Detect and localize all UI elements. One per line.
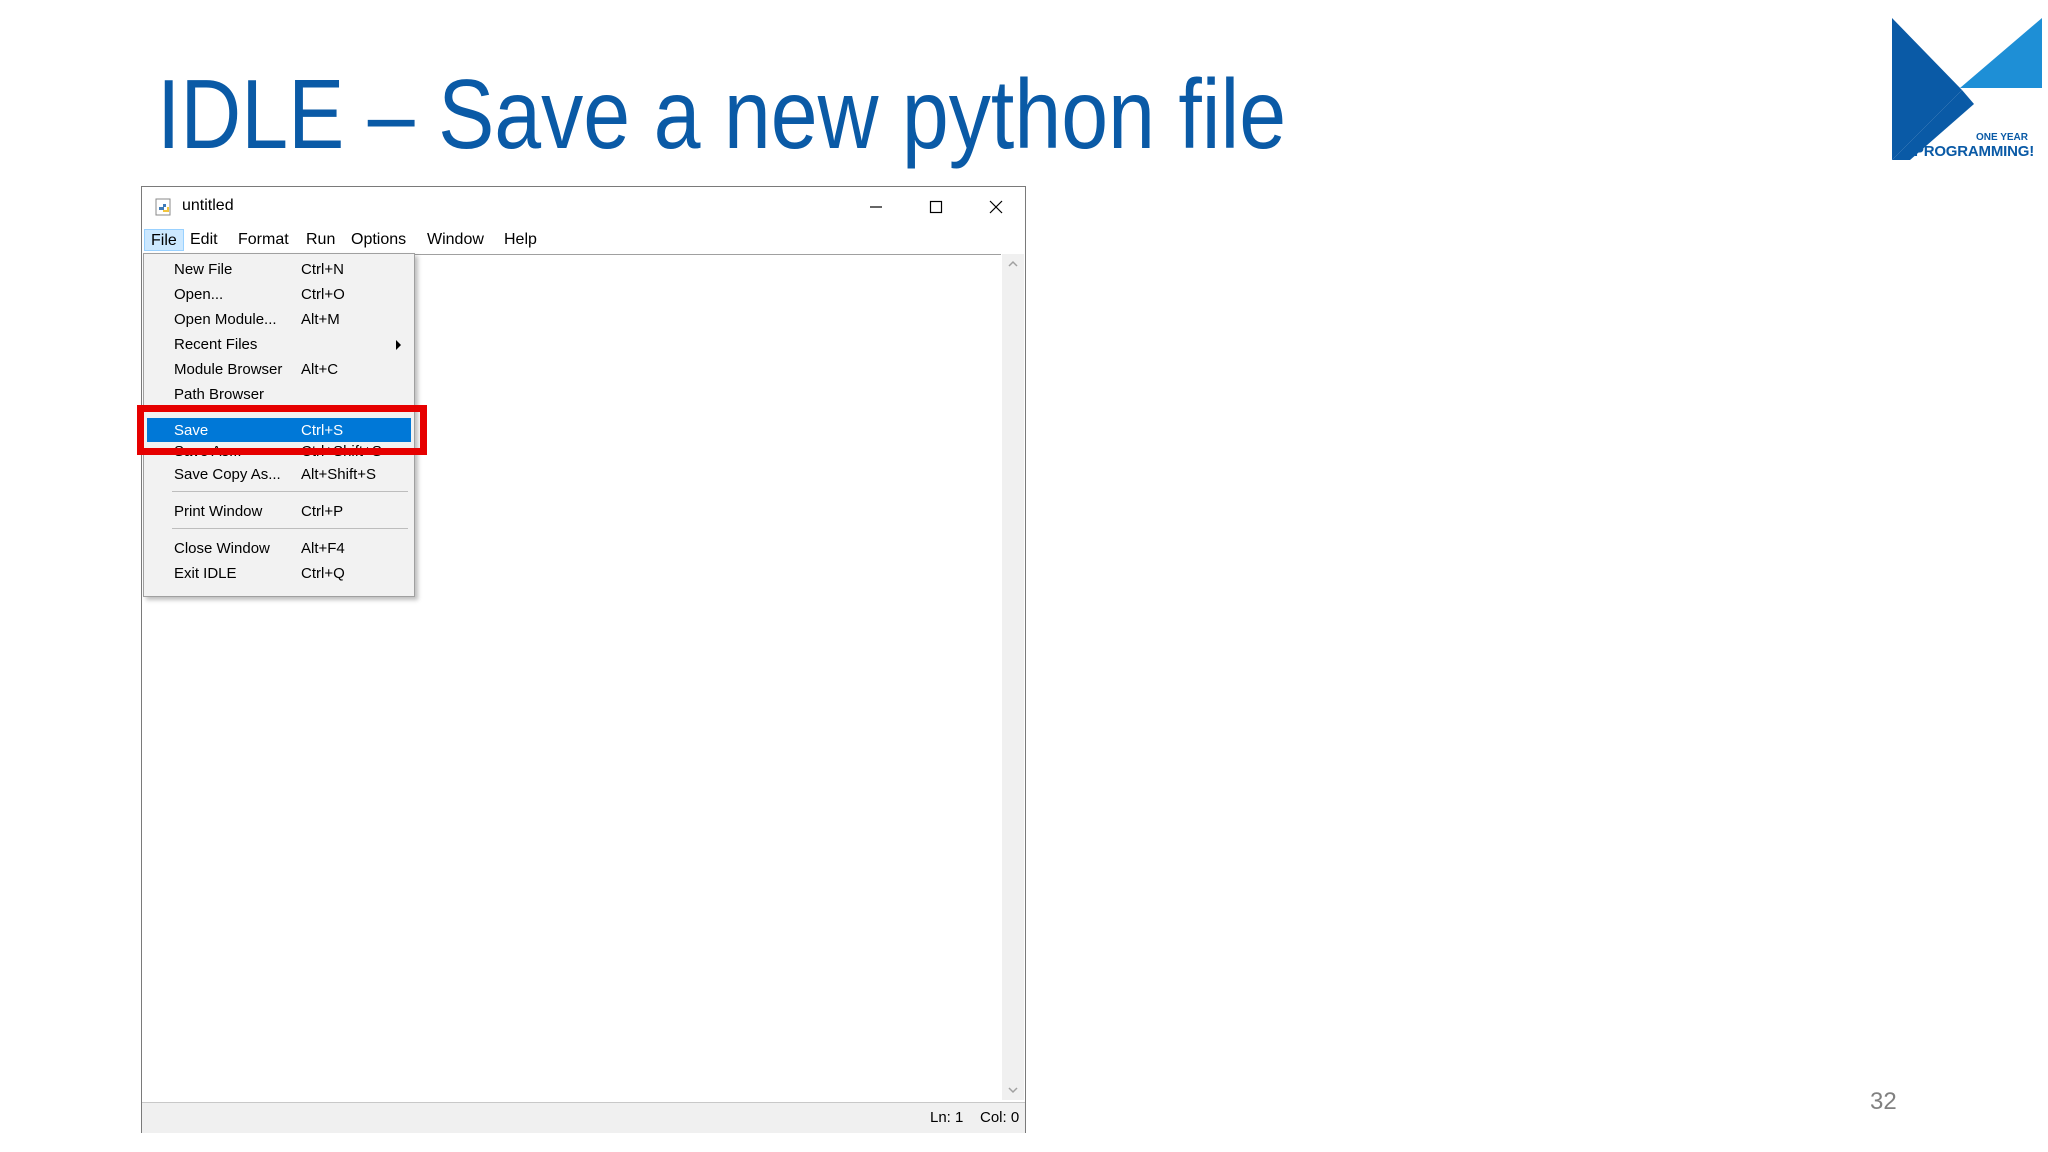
menu-edit[interactable]: Edit: [184, 229, 224, 251]
menu-item-open[interactable]: Open... Ctrl+O: [144, 282, 414, 306]
scroll-down-icon[interactable]: [1002, 1082, 1024, 1098]
status-column: Col: 0: [980, 1109, 1020, 1126]
menu-item-shortcut: Ctrl+O: [301, 286, 345, 303]
close-button[interactable]: [966, 187, 1026, 227]
status-line: Ln: 1: [930, 1109, 964, 1126]
python-idle-icon: [155, 198, 171, 216]
menu-item-label: Print Window: [174, 503, 263, 520]
menu-help[interactable]: Help: [498, 229, 543, 251]
menu-file[interactable]: File: [144, 229, 184, 251]
menu-run[interactable]: Run: [300, 229, 341, 251]
maximize-button[interactable]: [906, 187, 966, 227]
menu-separator: [172, 528, 408, 529]
menu-separator: [172, 491, 408, 492]
highlight-callout-box: [137, 405, 427, 455]
menu-item-shortcut: Ctrl+P: [301, 503, 344, 520]
menu-item-label: Open...: [174, 286, 224, 303]
menu-item-path-browser[interactable]: Path Browser: [144, 382, 414, 406]
menu-item-module-browser[interactable]: Module Browser Alt+C: [144, 357, 414, 381]
menu-item-label: Recent Files: [174, 336, 258, 353]
menu-item-label: Save Copy As...: [174, 466, 281, 483]
slide-title: IDLE – Save a new python file: [157, 59, 1287, 169]
menu-item-shortcut: Ctrl+N: [301, 261, 344, 278]
menu-bar: File Edit Format Run Options Window Help: [142, 227, 1025, 253]
menu-options[interactable]: Options: [345, 229, 412, 251]
menu-item-label: Close Window: [174, 540, 270, 557]
menu-item-label: Module Browser: [174, 361, 283, 378]
maximize-icon: [929, 200, 943, 214]
close-icon: [989, 200, 1003, 214]
menu-item-exit-idle[interactable]: Exit IDLE Ctrl+Q: [144, 561, 414, 585]
menu-item-label: Open Module...: [174, 311, 277, 328]
menu-item-shortcut: Alt+C: [301, 361, 339, 378]
menu-item-open-module[interactable]: Open Module... Alt+M: [144, 307, 414, 331]
programming-logo: ONE YEAR PROGRAMMING!: [1892, 18, 2042, 164]
menu-item-label: Path Browser: [174, 386, 265, 403]
minimize-button[interactable]: [846, 187, 906, 227]
menu-item-save-copy-as[interactable]: Save Copy As... Alt+Shift+S: [144, 462, 414, 486]
logo-tagline: ONE YEAR: [1975, 132, 2028, 143]
menu-format[interactable]: Format: [232, 229, 295, 251]
menu-item-shortcut: Ctrl+Q: [301, 565, 345, 582]
menu-item-print-window[interactable]: Print Window Ctrl+P: [144, 499, 414, 523]
minimize-icon: [870, 206, 882, 208]
menu-item-recent-files[interactable]: Recent Files: [144, 332, 414, 356]
scroll-up-icon[interactable]: [1002, 256, 1024, 272]
submenu-arrow-icon: [396, 340, 401, 350]
menu-window[interactable]: Window: [421, 229, 490, 251]
menu-item-shortcut: Alt+Shift+S: [301, 466, 377, 483]
logo-brand: PROGRAMMING!: [1913, 143, 2034, 160]
menu-item-shortcut: Alt+M: [301, 311, 340, 328]
menu-item-label: New File: [174, 261, 233, 278]
menu-item-label: Exit IDLE: [174, 565, 237, 582]
menu-item-new-file[interactable]: New File Ctrl+N: [144, 257, 414, 281]
status-bar: Ln: 1 Col: 0: [142, 1102, 1025, 1133]
menu-item-close-window[interactable]: Close Window Alt+F4: [144, 536, 414, 560]
vertical-scrollbar[interactable]: [1002, 254, 1024, 1100]
window-titlebar[interactable]: untitled: [142, 187, 1025, 227]
window-title: untitled: [182, 197, 234, 214]
page-number: 32: [1870, 1088, 1897, 1115]
menu-item-shortcut: Alt+F4: [301, 540, 345, 557]
